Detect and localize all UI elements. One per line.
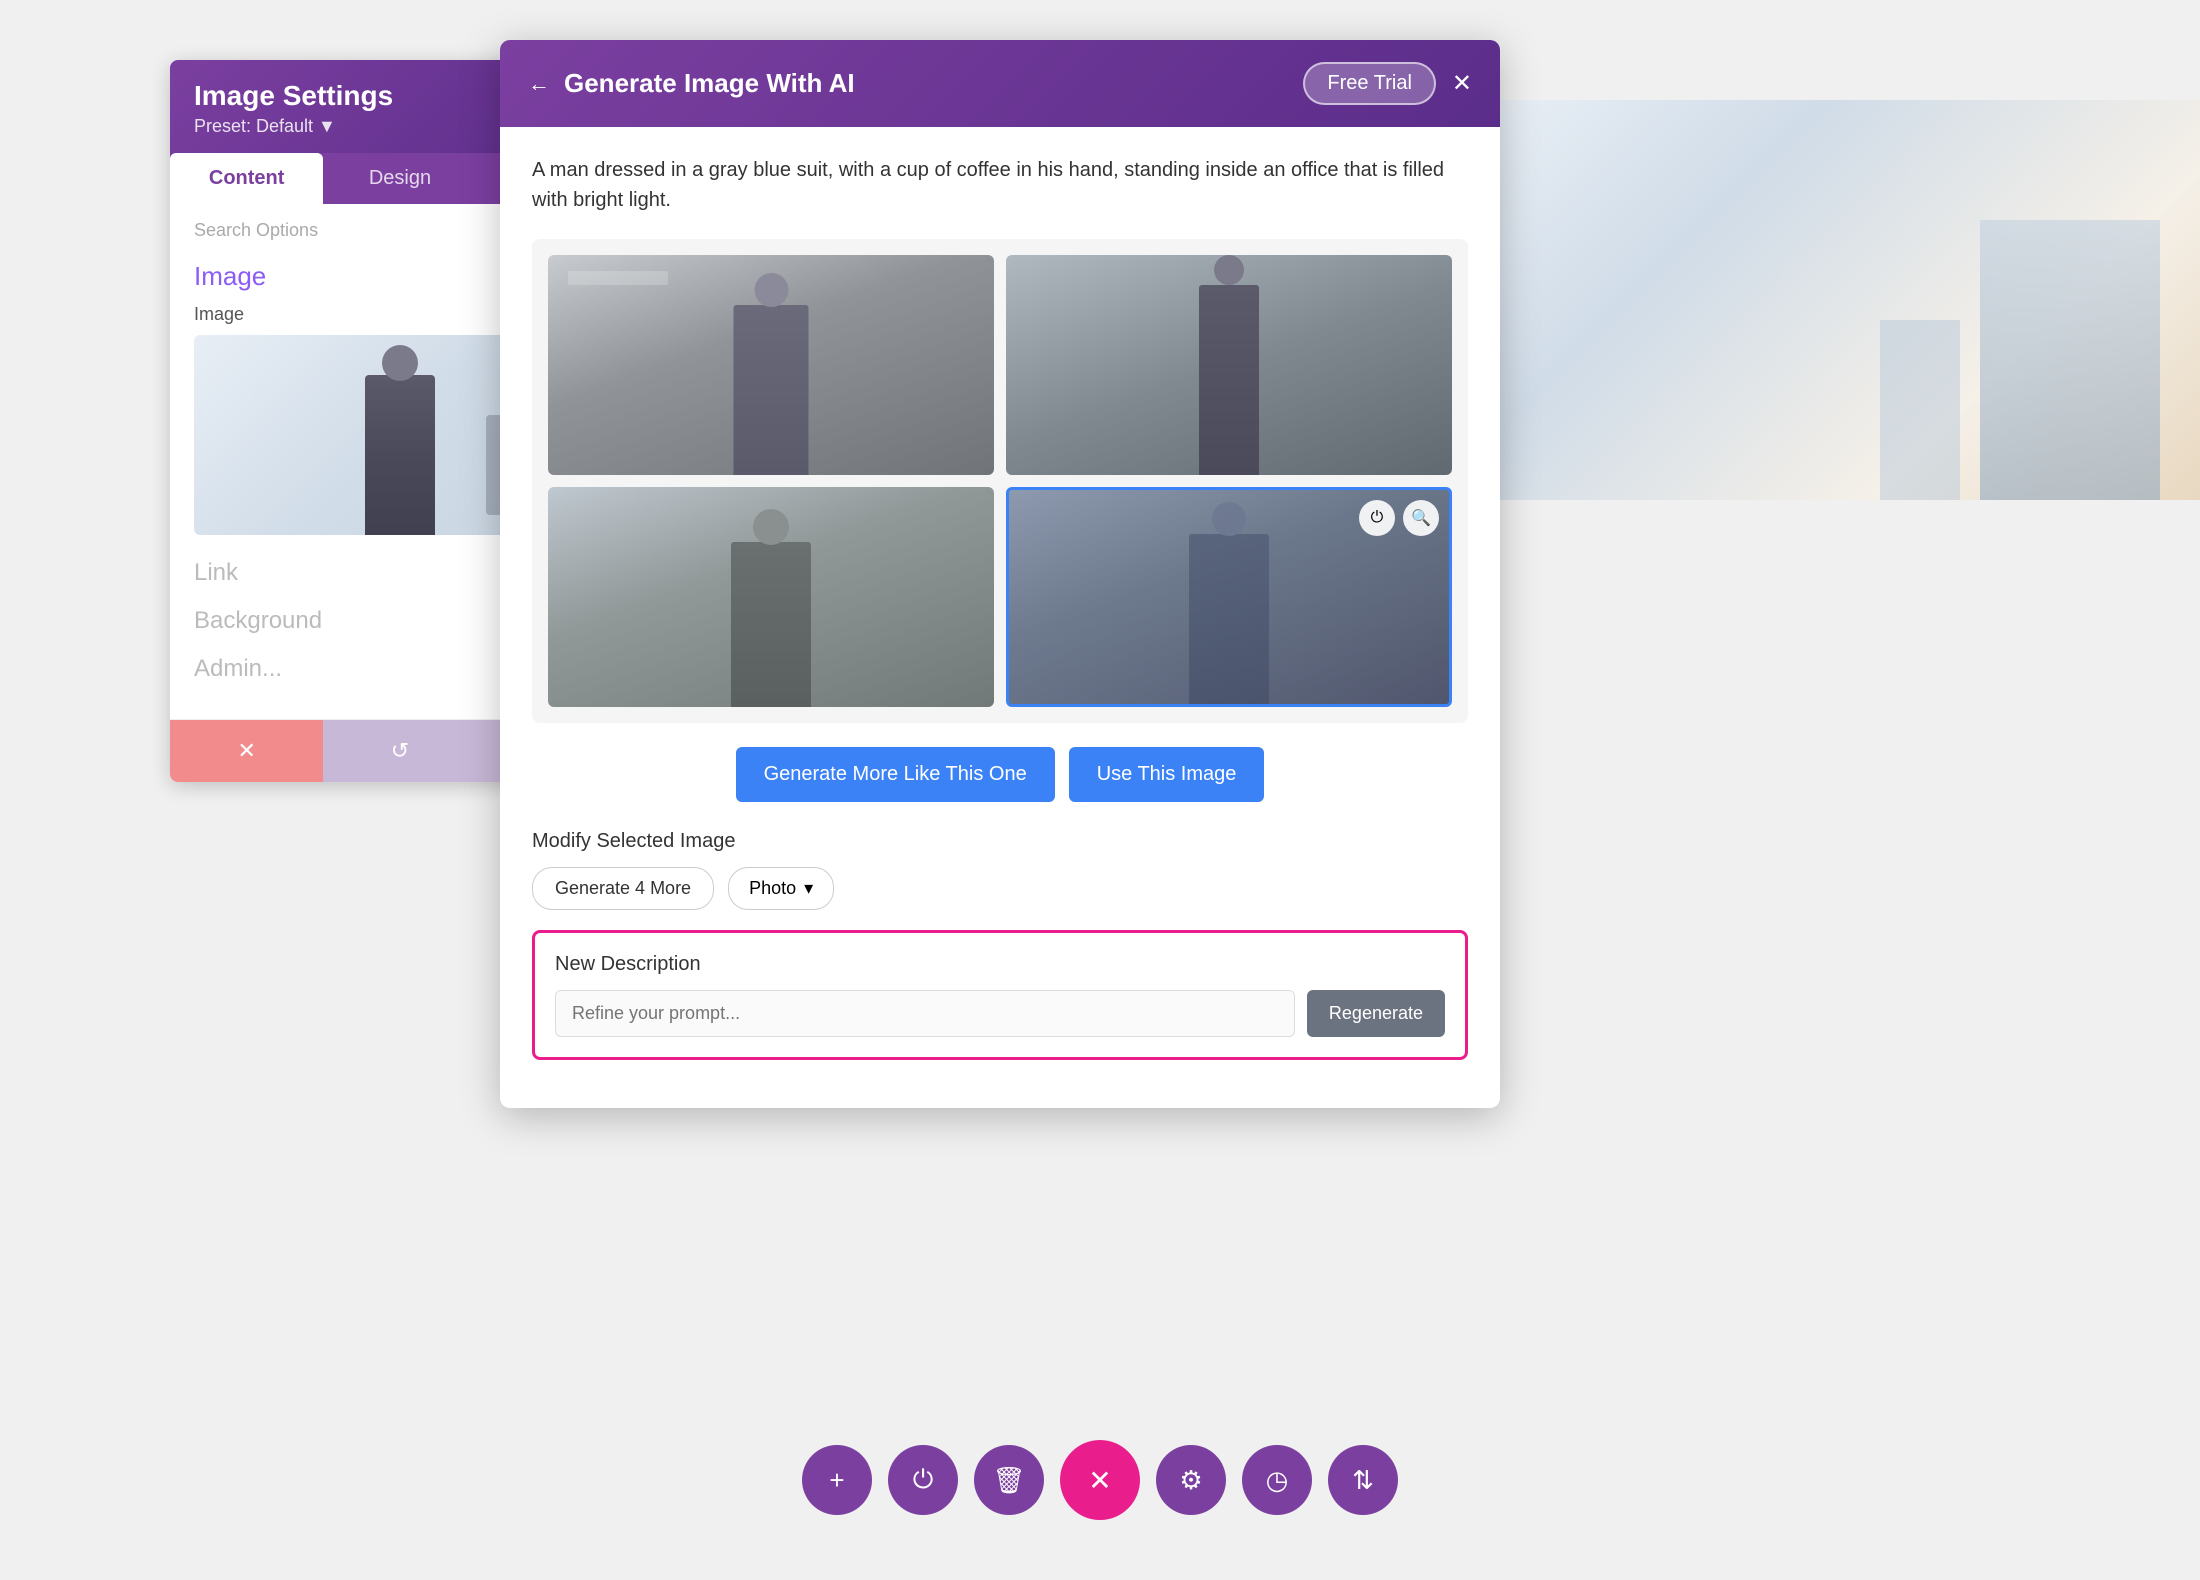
power-button[interactable]: ⏻ <box>888 1445 958 1515</box>
person-figure-1 <box>734 305 809 475</box>
new-description-input[interactable] <box>555 990 1295 1037</box>
use-image-button[interactable]: Use This Image <box>1069 747 1265 802</box>
modal-header: ← Generate Image With AI Free Trial ✕ <box>500 40 1500 127</box>
modal-title: Generate Image With AI <box>564 68 855 99</box>
chevron-down-icon: ▾ <box>804 878 813 899</box>
generate-more-button[interactable]: Generate More Like This One <box>736 747 1055 802</box>
sort-button[interactable]: ⇅ <box>1328 1445 1398 1515</box>
tab-design[interactable]: Design <box>323 153 476 204</box>
modal-header-left: ← Generate Image With AI <box>528 68 855 99</box>
modal-close-button[interactable]: ✕ <box>1452 69 1472 98</box>
close-active-button[interactable]: ✕ <box>1060 1440 1140 1520</box>
regenerate-button[interactable]: Regenerate <box>1307 990 1445 1037</box>
new-description-title: New Description <box>555 953 1445 976</box>
history-button[interactable]: ◷ <box>1242 1445 1312 1515</box>
gear-button[interactable]: ⚙ <box>1156 1445 1226 1515</box>
image-grid: ⏻ 🔍 <box>532 239 1468 723</box>
delete-button[interactable]: 🗑 <box>974 1445 1044 1515</box>
image-action-icons: ⏻ 🔍 <box>1359 500 1439 536</box>
bottom-toolbar: + ⏻ 🗑 ✕ ⚙ ◷ ⇅ <box>802 1440 1398 1520</box>
cancel-button[interactable]: ✕ <box>170 720 323 782</box>
generated-image-1[interactable] <box>548 255 994 475</box>
generated-image-4[interactable]: ⏻ 🔍 <box>1006 487 1452 707</box>
modal-body: A man dressed in a gray blue suit, with … <box>500 127 1500 1108</box>
prompt-description: A man dressed in a gray blue suit, with … <box>532 155 1468 215</box>
head-figure-1 <box>754 273 788 307</box>
modify-title: Modify Selected Image <box>532 830 1468 853</box>
new-description-section: New Description Regenerate <box>532 930 1468 1060</box>
panel-title: Image Settings <box>194 80 393 112</box>
panel-preset[interactable]: Preset: Default ▼ <box>194 116 393 137</box>
head-figure-3 <box>753 509 789 545</box>
head-figure-2 <box>1214 255 1244 285</box>
generate-4-button[interactable]: Generate 4 More <box>532 867 714 910</box>
new-description-input-row: Regenerate <box>555 990 1445 1037</box>
action-buttons: Generate More Like This One Use This Ima… <box>532 747 1468 802</box>
modal-header-right: Free Trial ✕ <box>1303 62 1472 105</box>
style-label: Photo <box>749 878 796 899</box>
reset-icon: ↺ <box>391 738 409 764</box>
person-figure-2 <box>1199 285 1259 475</box>
preview-person-silhouette <box>365 375 435 535</box>
back-icon[interactable]: ← <box>528 71 550 97</box>
free-trial-badge[interactable]: Free Trial <box>1303 62 1435 105</box>
tab-content[interactable]: Content <box>170 153 323 204</box>
modify-section: Modify Selected Image Generate 4 More Ph… <box>532 830 1468 910</box>
reset-button[interactable]: ↺ <box>323 720 476 782</box>
modify-controls: Generate 4 More Photo ▾ <box>532 867 1468 910</box>
image-power-icon[interactable]: ⏻ <box>1359 500 1395 536</box>
bg-detail-1 <box>568 271 668 285</box>
style-select[interactable]: Photo ▾ <box>728 867 834 910</box>
background-image-area <box>1500 100 2200 500</box>
add-button[interactable]: + <box>802 1445 872 1515</box>
ai-modal: ← Generate Image With AI Free Trial ✕ A … <box>500 40 1500 1108</box>
generated-image-2[interactable] <box>1006 255 1452 475</box>
image-zoom-icon[interactable]: 🔍 <box>1403 500 1439 536</box>
cancel-icon: ✕ <box>237 738 255 764</box>
person-figure-3 <box>731 542 811 707</box>
generated-image-3[interactable] <box>548 487 994 707</box>
